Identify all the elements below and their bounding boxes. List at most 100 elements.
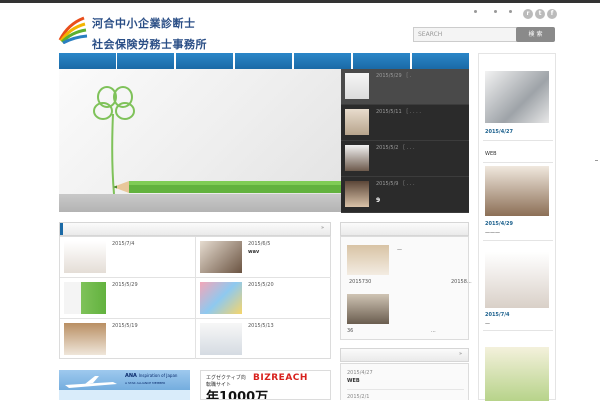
post-item[interactable]: 2015/7/4 [60,237,195,278]
bizreach-banner-ad[interactable]: エグゼクティブ向 転職サイト BIZREACH 年1000万 [200,370,331,400]
post-thumb [64,282,106,314]
post-thumb [64,323,106,355]
hero-slide-image[interactable] [59,69,341,212]
sidebar-thumb[interactable] [485,166,549,216]
middle-list-header: » [340,348,469,362]
post-item[interactable]: 2015/6/5 wav [195,237,331,278]
slider-item-date: 2015/5/9 ［ . . . [376,181,415,187]
page-edge-mark [595,160,598,161]
sidebar-thumb[interactable] [485,71,549,123]
hero-table-edge [59,194,341,212]
top-link-dot[interactable] [509,10,512,13]
post-item[interactable]: 2015/5/20 [195,278,331,319]
middle-thumb[interactable] [347,294,389,324]
ana-banner-sub: A STAR ALLIANCE MEMBER [125,381,166,385]
nav-item[interactable] [412,53,470,69]
posts-section-header: » [59,222,331,236]
post-thumb [200,241,242,273]
post-thumb [200,282,242,314]
top-link-dot[interactable] [494,10,497,13]
nav-item[interactable] [353,53,411,69]
list-divider [347,389,464,390]
middle-item-text[interactable]: — [397,247,402,253]
slider-item-date: 2015/5/2 ［ . . . [376,145,415,151]
nav-item[interactable] [294,53,352,69]
post-item[interactable]: 2015/5/19 [60,319,195,359]
posts-grid: 2015/7/4 2015/6/5 wav 2015/5/29 2015/5/2… [59,236,331,359]
middle-item-text: 36 [347,328,354,334]
sidebar-divider [483,240,553,241]
slider-item[interactable]: 2015/5/2 ［ . . . [341,141,469,177]
middle-section-header [340,222,469,236]
section-accent [60,223,63,235]
slider-item-title: 9 [376,197,381,204]
more-link[interactable]: » [459,351,462,357]
slider-item[interactable]: 2015/5/9 ［ . . . 9 [341,177,469,213]
middle-thumb[interactable] [347,245,389,275]
list-title[interactable]: WEB [347,378,360,384]
bizreach-headline: 年1000万 [206,390,269,400]
sidebar-title[interactable]: WEB [485,151,497,157]
sidebar: 2015/4/27 WEB 2015/4/29 ——— 2015/7/4 — [478,53,556,401]
post-date: 2015/5/29 [112,282,138,288]
slider-item[interactable]: 2015/5/11 ［ . . . . [341,105,469,141]
slider-list: 2015/5/29 ［ . 2015/5/11 ［ . . . . 2015/5… [341,69,469,213]
post-date: 2015/6/5 [248,241,271,247]
nav-item[interactable] [59,53,117,69]
top-link-dot[interactable] [474,10,477,13]
sidebar-date: 2015/4/27 [485,129,514,135]
search-button[interactable]: 検 索 [516,27,555,42]
slider-thumb [345,109,369,135]
middle-item-date: 2015730 [349,279,372,285]
sidebar-divider [483,162,553,163]
sidebar-title[interactable]: — [485,321,490,327]
list-date: 2015/2/1 [347,394,370,400]
sidebar-thumb[interactable] [485,347,549,401]
sidebar-date: 2015/7/4 [485,312,510,318]
middle-item-date: 20158... [451,279,472,285]
post-thumb [64,241,106,273]
post-date: 2015/5/19 [112,323,138,329]
sidebar-date: 2015/4/29 [485,221,514,227]
rss-icon[interactable]: r [523,9,533,19]
slider-item[interactable]: 2015/5/29 ［ . [341,69,469,105]
nav-item[interactable] [117,53,175,69]
main-navigation [59,53,470,69]
ana-banner-ad[interactable]: ANA Inspiration of Japan A STAR ALLIANCE… [59,370,190,400]
site-title-line2[interactable]: 社会保険労務士事務所 [92,36,207,52]
post-date: 2015/7/4 [112,241,135,247]
post-item[interactable]: 2015/5/29 [60,278,195,319]
bizreach-tagline-1: エグゼクティブ向 [206,375,246,381]
slider-item-date: 2015/5/11 ［ . . . . [376,109,421,115]
logo-swoosh-icon[interactable] [58,16,88,44]
ana-banner-text: ANA Inspiration of Japan [125,373,177,379]
post-title: wav [248,249,260,255]
sidebar-divider [483,140,553,141]
list-date: 2015/4/27 [347,370,373,376]
top-border [0,0,600,3]
twitter-icon[interactable]: t [535,9,545,19]
slider-thumb [345,73,369,99]
middle-widget: — 2015730 20158... 36 ... [340,236,472,340]
sidebar-divider [483,330,553,331]
ana-logo: ANA [125,373,137,379]
slider-thumb [345,181,369,207]
post-thumb [200,323,242,355]
post-item[interactable]: 2015/5/13 [195,319,331,359]
middle-list: 2015/4/27 WEB 2015/2/1 [340,363,469,400]
slider-item-date: 2015/5/29 ［ . [376,73,412,79]
post-date: 2015/5/20 [248,282,274,288]
bizreach-logo: BIZREACH [253,373,308,383]
middle-item-text: ... [431,328,436,334]
facebook-icon[interactable]: f [547,9,557,19]
site-title-line1[interactable]: 河合中小企業診断士 [92,15,196,31]
ana-tagline: Inspiration of Japan [138,373,178,378]
sidebar-thumb[interactable] [485,252,549,308]
search-input[interactable]: SEARCH [413,27,521,42]
more-link[interactable]: » [321,225,324,231]
nav-item[interactable] [176,53,234,69]
slider-thumb [345,145,369,171]
post-date: 2015/5/13 [248,323,274,329]
nav-item[interactable] [235,53,293,69]
sidebar-title[interactable]: ——— [485,230,500,236]
